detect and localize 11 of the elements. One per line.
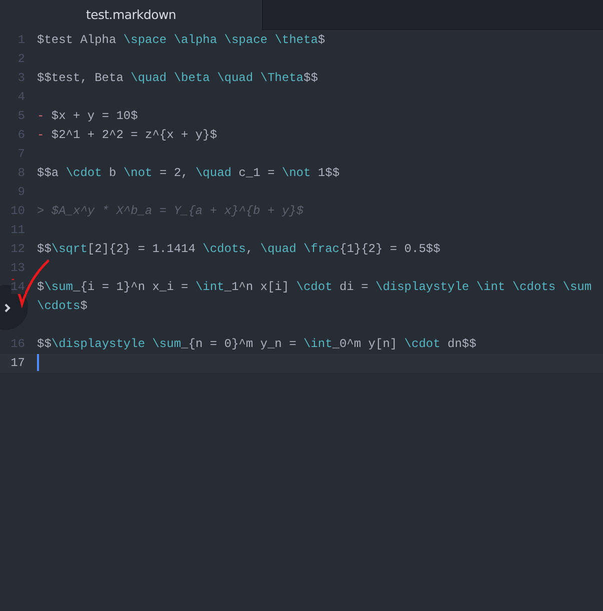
code-line: $$a \cdot b \not = 2, \quad c_1 = \not 1$$ [37, 166, 340, 180]
code-line: $\sum_{i = 1}^n x_i = \int_1^n x[i] \cdot di = \displaystyle \int \cdots \sum \cdots$ [37, 280, 593, 313]
code-line: $$\displaystyle \sum_{n = 0}^m y_n = \int_0^m y[n] \cdot dn$$ [37, 337, 476, 351]
file-tab[interactable]: test.markdown [0, 0, 262, 30]
chevron-right-icon [4, 302, 11, 312]
code-line: $$test, Beta \quad \beta \quad \Theta$$ [37, 71, 318, 85]
code-line: - $x + y = 10$ [37, 109, 138, 123]
code-line: > $A_x^y * X^b_a = Y_{a + x}^{b + y}$ [37, 204, 304, 218]
code-line: $$\sqrt[2]{2} = 1.1414 \cdots, \quad \frac{1}{2} = 0.5$$ [37, 242, 440, 256]
code-line: $test Alpha \space \alpha \space \theta$ [37, 33, 326, 47]
code-line: - $2^1 + 2^2 = z^{x + y}$ [37, 128, 218, 142]
